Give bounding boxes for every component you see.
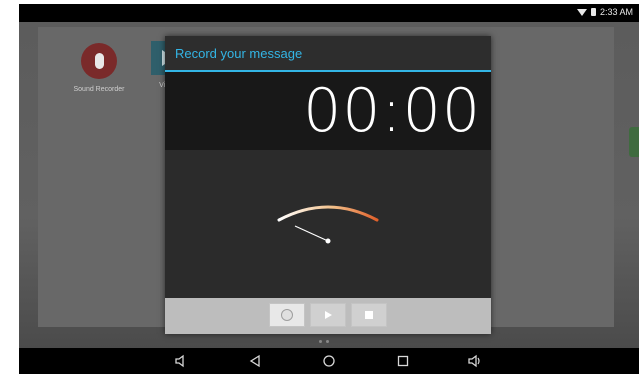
app-sound-recorder[interactable]: Sound Recorder	[68, 43, 130, 93]
back-icon[interactable]	[247, 353, 263, 369]
battery-icon	[590, 8, 596, 16]
vu-meter-panel	[165, 150, 491, 298]
wifi-icon	[576, 8, 587, 16]
recording-timer: 00:00	[303, 76, 481, 146]
recorder-controls	[165, 298, 491, 334]
page-dot	[319, 340, 322, 343]
status-time: 2:33 AM	[599, 7, 633, 17]
status-icons: 2:33 AM	[576, 7, 633, 17]
record-icon	[281, 309, 293, 321]
status-bar: 2:33 AM	[19, 4, 639, 22]
page-indicator	[319, 340, 329, 343]
dialog-title: Record your message	[165, 36, 491, 72]
play-icon	[324, 311, 332, 319]
record-dialog: Record your message 00:00	[165, 36, 491, 334]
stop-button[interactable]	[351, 303, 387, 327]
microphone-icon	[81, 43, 117, 79]
home-icon[interactable]	[321, 353, 337, 369]
side-handle[interactable]	[629, 127, 639, 157]
play-button[interactable]	[310, 303, 346, 327]
page-dot	[326, 340, 329, 343]
vu-meter-needle	[294, 225, 329, 242]
volume-down-icon[interactable]	[173, 353, 189, 369]
record-button[interactable]	[269, 303, 305, 327]
navigation-bar	[19, 348, 639, 374]
recents-icon[interactable]	[395, 353, 411, 369]
volume-up-icon[interactable]	[467, 353, 483, 369]
device-screen: 2:33 AM Sound Recorder Video Record	[19, 4, 639, 374]
vu-meter-pivot	[325, 238, 331, 244]
vu-meter-scale	[277, 205, 379, 222]
app-label-sound-recorder: Sound Recorder	[73, 86, 125, 93]
timer-panel: 00:00	[165, 72, 491, 150]
vu-meter	[277, 205, 379, 244]
stop-icon	[365, 311, 373, 319]
